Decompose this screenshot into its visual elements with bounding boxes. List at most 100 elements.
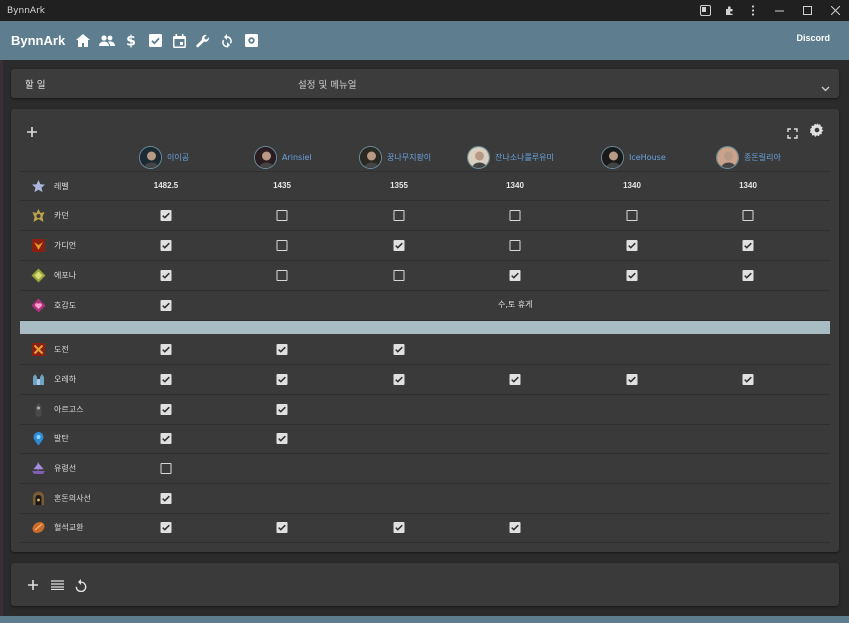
avatar	[716, 145, 739, 169]
checkbox-checked[interactable]	[160, 492, 172, 504]
checkbox-checked[interactable]	[160, 239, 172, 251]
checkbox-checked[interactable]	[742, 239, 754, 251]
row-divider	[20, 453, 830, 454]
avatar	[359, 145, 382, 169]
panel-subtitle: 설정 및 메뉴얼	[298, 80, 357, 91]
discord-link[interactable]: Discord	[796, 33, 830, 43]
character-header[interactable]: IceHouse	[601, 145, 666, 169]
checkbox-checked[interactable]	[393, 373, 405, 385]
extension-icon[interactable]	[717, 0, 741, 21]
row-label: 발탄	[30, 428, 69, 448]
people-icon[interactable]	[95, 29, 119, 53]
checkbox-unchecked[interactable]	[276, 209, 288, 221]
reset-icon[interactable]	[73, 577, 89, 593]
avatar	[601, 145, 624, 169]
checkbox-unchecked[interactable]	[393, 269, 405, 281]
checkbox-checked[interactable]	[742, 373, 754, 385]
settings-box-icon[interactable]	[239, 29, 263, 53]
row-label-text: 혼돈의사선	[54, 493, 91, 503]
row-label-text: 아르고스	[54, 404, 84, 414]
dollar-icon[interactable]: $	[119, 29, 143, 53]
checkbox-checked[interactable]	[160, 432, 172, 444]
character-header[interactable]: 이이공	[139, 145, 189, 169]
checkbox-checked[interactable]	[393, 521, 405, 533]
wrench-icon[interactable]	[191, 29, 215, 53]
checkbox-unchecked[interactable]	[742, 209, 754, 221]
checkbox-unchecked[interactable]	[393, 209, 405, 221]
panel-title: 할 일	[25, 80, 46, 91]
checkbox-checked[interactable]	[276, 432, 288, 444]
footer-strip	[0, 616, 849, 623]
checkbox-checked[interactable]	[626, 269, 638, 281]
svg-text:$: $	[126, 34, 136, 49]
ghost-ship-icon	[30, 460, 47, 477]
checkbox-unchecked[interactable]	[160, 462, 172, 474]
row-divider	[20, 290, 830, 291]
checkbox-checked[interactable]	[160, 299, 172, 311]
window-title: BynnArk	[7, 5, 45, 16]
row-label: 도전	[30, 339, 69, 359]
todo-expansion-panel[interactable]: 할 일 설정 및 메뉴얼	[11, 69, 839, 98]
checkbox-checked[interactable]	[160, 269, 172, 281]
sync-icon[interactable]	[215, 29, 239, 53]
checkbox-checked[interactable]	[626, 373, 638, 385]
checkbox-checked[interactable]	[160, 403, 172, 415]
chevron-down-icon[interactable]	[821, 77, 830, 96]
character-header[interactable]: Arinsiel	[254, 145, 312, 169]
avatar	[139, 145, 162, 169]
checkbox-checked[interactable]	[742, 269, 754, 281]
row-label-text: 에포나	[54, 270, 77, 280]
row-label: 유령선	[30, 458, 76, 478]
checkbox-unchecked[interactable]	[276, 239, 288, 251]
list-icon[interactable]	[49, 577, 65, 593]
checkbox-checked[interactable]	[160, 209, 172, 221]
row-divider	[20, 171, 830, 172]
checkbox-checked[interactable]	[276, 403, 288, 415]
checkbox-checked[interactable]	[276, 373, 288, 385]
rapport-note: 수,토 휴게	[498, 300, 533, 309]
checkbox-unchecked[interactable]	[276, 269, 288, 281]
calendar-icon[interactable]	[167, 29, 191, 53]
bloodstone-icon	[30, 519, 47, 536]
maximize-icon[interactable]	[793, 0, 821, 21]
row-label-text: 카던	[54, 210, 69, 220]
checkbox-checked[interactable]	[393, 239, 405, 251]
character-name: IceHouse	[629, 152, 666, 162]
close-icon[interactable]	[821, 0, 849, 21]
more-vert-icon[interactable]	[741, 0, 765, 21]
checkbox-checked[interactable]	[160, 521, 172, 533]
argos-icon	[30, 401, 47, 418]
challenge-icon	[30, 341, 47, 358]
checkbox-checked[interactable]	[509, 269, 521, 281]
character-name: 이이공	[167, 152, 190, 162]
row-label-text: 발탄	[54, 433, 69, 443]
character-header[interactable]: 잔나소나룰루유미	[467, 145, 554, 169]
row-divider	[20, 542, 830, 543]
character-level: 1340	[623, 181, 641, 190]
app-brand[interactable]: BynnArk	[11, 33, 65, 48]
checkbox-checked[interactable]	[626, 239, 638, 251]
avatar	[467, 145, 490, 169]
row-label: 오레하	[30, 369, 76, 389]
checkbox-checked[interactable]	[276, 343, 288, 355]
checkbox-checked[interactable]	[160, 343, 172, 355]
row-label-text: 오레하	[54, 374, 77, 384]
character-header[interactable]: 꿍나무지팡이	[359, 145, 431, 169]
checkbox-icon[interactable]	[143, 29, 167, 53]
row-divider	[20, 364, 830, 365]
checkbox-checked[interactable]	[160, 373, 172, 385]
checkbox-checked[interactable]	[509, 521, 521, 533]
character-header[interactable]: 종돈릴리아	[716, 145, 781, 169]
minimize-icon[interactable]	[765, 0, 793, 21]
checkbox-checked[interactable]	[393, 343, 405, 355]
translate-icon[interactable]	[693, 0, 717, 21]
row-divider	[20, 483, 830, 484]
checkbox-checked[interactable]	[509, 373, 521, 385]
home-icon[interactable]	[71, 29, 95, 53]
checkbox-unchecked[interactable]	[509, 239, 521, 251]
checkbox-unchecked[interactable]	[509, 209, 521, 221]
add-icon[interactable]	[25, 577, 41, 593]
checkbox-unchecked[interactable]	[626, 209, 638, 221]
row-label-text: 호감도	[54, 300, 77, 310]
checkbox-checked[interactable]	[276, 521, 288, 533]
